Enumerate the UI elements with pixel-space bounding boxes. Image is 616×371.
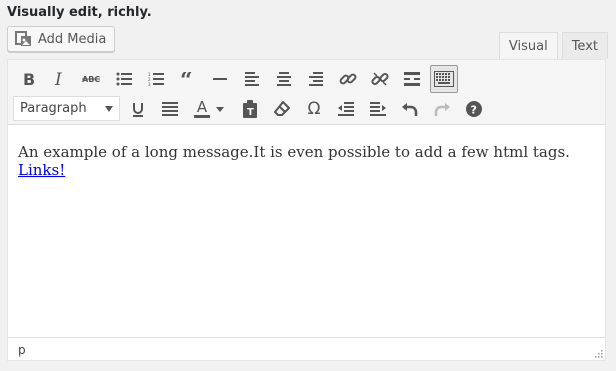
media-icon xyxy=(15,31,33,47)
editor-toolbar: B I ABC 123 “ Paragraph A T Ω ? xyxy=(8,60,605,125)
remove-link-button[interactable] xyxy=(366,65,394,93)
paste-as-text-button[interactable]: T xyxy=(236,95,264,123)
justify-button[interactable] xyxy=(156,95,184,123)
numbered-list-icon: 123 xyxy=(148,72,164,86)
resize-handle-icon[interactable] xyxy=(593,348,603,358)
tab-visual[interactable]: Visual xyxy=(498,32,558,60)
underline-icon xyxy=(133,103,143,117)
text-color-letter: A xyxy=(196,98,208,116)
numbered-list-button[interactable]: 123 xyxy=(142,65,170,93)
svg-text:I: I xyxy=(54,71,62,87)
svg-text:“: “ xyxy=(180,72,193,86)
outdent-button[interactable] xyxy=(332,95,360,123)
add-media-label: Add Media xyxy=(38,31,107,47)
read-more-icon xyxy=(404,72,420,86)
underline-button[interactable] xyxy=(124,95,152,123)
indent-button[interactable] xyxy=(364,95,392,123)
align-center-button[interactable] xyxy=(270,65,298,93)
content-text: An example of a long message.It is even … xyxy=(18,143,570,161)
editor-statusbar: p xyxy=(8,337,605,360)
strikethrough-icon: ABC xyxy=(82,75,100,84)
undo-icon xyxy=(402,103,418,116)
align-left-icon xyxy=(245,72,259,86)
clear-formatting-button[interactable] xyxy=(268,95,296,123)
text-color-button[interactable]: A xyxy=(188,95,230,123)
redo-icon xyxy=(434,103,450,116)
blockquote-button[interactable]: “ xyxy=(174,65,202,93)
bold-icon: B xyxy=(23,71,35,87)
remove-link-icon xyxy=(371,72,389,86)
read-more-button[interactable] xyxy=(398,65,426,93)
format-select-value: Paragraph xyxy=(20,101,87,116)
redo-button[interactable] xyxy=(428,95,456,123)
special-character-icon: Ω xyxy=(307,99,321,119)
special-character-button[interactable]: Ω xyxy=(300,95,328,123)
toolbar-toggle-button[interactable] xyxy=(430,65,458,93)
bulleted-list-icon xyxy=(116,72,132,86)
horizontal-line-button[interactable] xyxy=(206,65,234,93)
editor-content[interactable]: An example of a long message.It is even … xyxy=(8,125,605,337)
insert-link-button[interactable] xyxy=(334,65,362,93)
justify-icon xyxy=(162,102,178,116)
align-left-button[interactable] xyxy=(238,65,266,93)
content-link[interactable]: Links! xyxy=(18,161,65,179)
field-label: Visually edit, richly. xyxy=(7,5,152,20)
bulleted-list-button[interactable] xyxy=(110,65,138,93)
paste-as-text-icon: T xyxy=(243,100,257,118)
align-right-button[interactable] xyxy=(302,65,330,93)
help-button[interactable]: ? xyxy=(460,95,488,123)
insert-link-icon xyxy=(339,73,357,85)
align-center-icon xyxy=(277,72,291,86)
indent-icon xyxy=(370,102,386,116)
chevron-down-icon[interactable] xyxy=(216,106,224,112)
align-right-icon xyxy=(309,72,323,86)
outdent-icon xyxy=(338,102,354,116)
element-path[interactable]: p xyxy=(18,343,26,357)
text-color-icon: A xyxy=(194,100,210,118)
chevron-down-icon xyxy=(105,106,113,112)
blockquote-icon: “ xyxy=(180,72,193,86)
undo-button[interactable] xyxy=(396,95,424,123)
svg-text:B: B xyxy=(23,71,35,87)
clear-formatting-icon xyxy=(274,101,290,116)
svg-text:T: T xyxy=(247,107,254,118)
rich-text-editor: B I ABC 123 “ Paragraph A T Ω ? An examp… xyxy=(7,59,606,361)
svg-text:?: ? xyxy=(471,104,477,117)
horizontal-line-icon xyxy=(213,78,227,80)
bold-button[interactable]: B xyxy=(14,65,42,93)
text-color-swatch xyxy=(194,115,210,118)
italic-button[interactable]: I xyxy=(45,65,73,93)
strikethrough-button[interactable]: ABC xyxy=(77,65,105,93)
tab-text[interactable]: Text xyxy=(561,32,608,59)
format-select[interactable]: Paragraph xyxy=(13,96,120,121)
help-icon: ? xyxy=(466,101,482,117)
svg-text:3: 3 xyxy=(148,82,151,86)
toolbar-toggle-icon xyxy=(434,71,454,87)
add-media-button[interactable]: Add Media xyxy=(7,26,116,52)
italic-icon: I xyxy=(54,71,62,87)
